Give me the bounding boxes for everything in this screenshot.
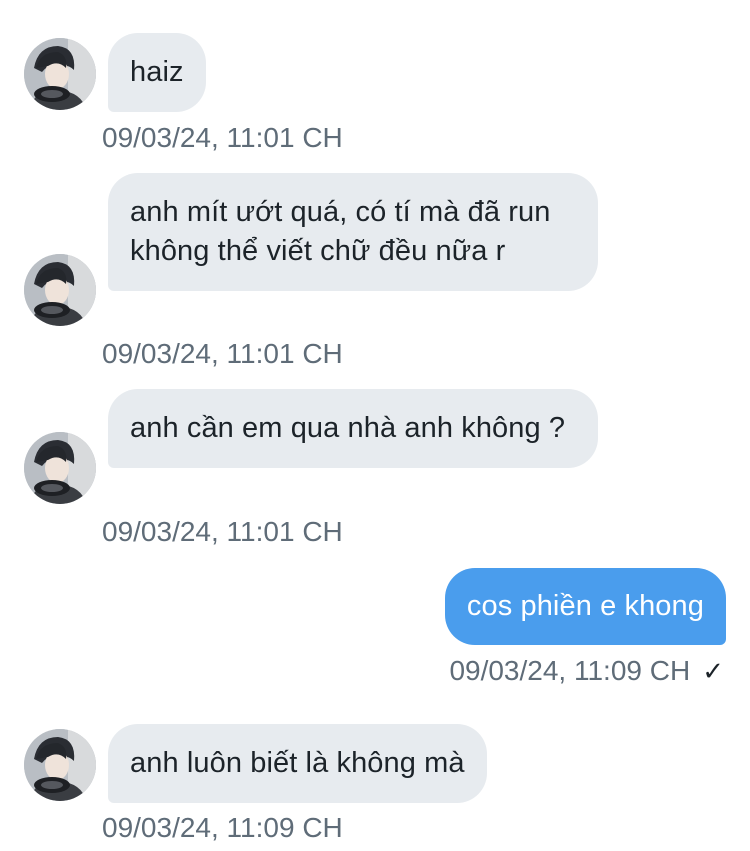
message-timestamp: 09/03/24, 11:01 CH (102, 338, 343, 369)
message-bubble[interactable]: anh luôn biết là không mà (108, 724, 487, 803)
message-bubble-outgoing[interactable]: cos phiền e khong (444, 568, 726, 645)
chat-thread: haiz 09/03/24, 11:01 CH anh mít ướt quá,… (0, 0, 750, 851)
avatar-image (24, 38, 96, 110)
avatar-image (24, 254, 96, 326)
checkmark-icon: ✓ (702, 656, 724, 686)
message-bubble[interactable]: haiz (108, 33, 206, 112)
contact-avatar[interactable] (24, 254, 96, 326)
message-timestamp: 09/03/24, 11:01 CH (102, 516, 343, 547)
contact-avatar[interactable] (24, 432, 96, 504)
message-text: haiz (130, 56, 184, 88)
avatar-image (24, 729, 96, 801)
message-timestamp: 09/03/24, 11:09 CH (102, 812, 343, 843)
message-bubble[interactable]: anh cần em qua nhà anh không ? (108, 389, 598, 468)
message-timestamp: 09/03/24, 11:09 CH (449, 655, 691, 686)
contact-avatar[interactable] (24, 729, 96, 801)
message-text: anh mít ướt quá, có tí mà đã run không t… (130, 196, 551, 267)
message-text: anh cần em qua nhà anh không ? (130, 412, 566, 444)
avatar-image (24, 432, 96, 504)
message-text: cos phiền e khong (466, 590, 704, 622)
message-timestamp-outgoing: 09/03/24, 11:09 CH ✓ (449, 655, 724, 687)
message-text: anh luôn biết là không mà (130, 747, 465, 779)
contact-avatar[interactable] (24, 38, 96, 110)
message-bubble[interactable]: anh mít ướt quá, có tí mà đã run không t… (108, 173, 598, 291)
message-timestamp: 09/03/24, 11:01 CH (102, 122, 343, 153)
